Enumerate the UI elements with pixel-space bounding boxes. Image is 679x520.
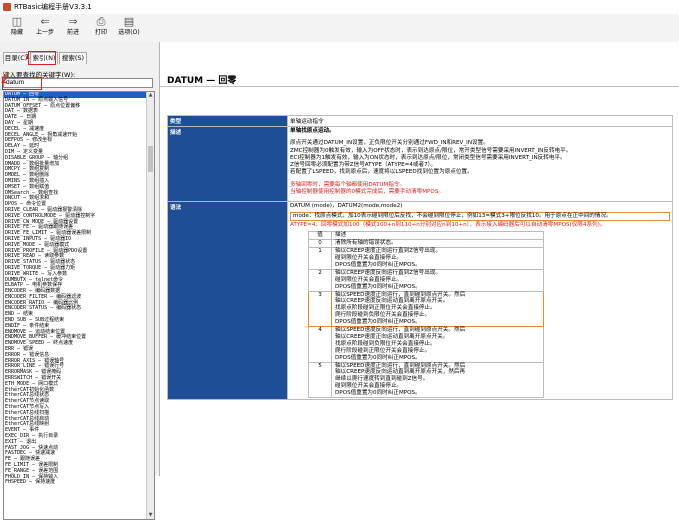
mode-row: 2 轴以CREEP速度反向运行直到Z信号出现。 碰到限位开关会直接停止。 DPOS值重… (308, 268, 544, 292)
mode-row: 0 清除所有轴的错误状态。 (308, 239, 544, 249)
mode-value: 2 (308, 268, 332, 292)
print-label: 打印 (94, 29, 107, 36)
warning-line: 多轴回零时，需要每个轴都使用DATUM指令。 (290, 181, 406, 188)
mode-description-line: 清除所有轴的错误状态。 (335, 240, 397, 247)
mode-description: 轴以SPEED速度反向运行，直到碰到原点开关。然后 轴以CREEP速度正向运动直到… (331, 326, 544, 363)
atype-note: ATYPE=4，回零模式加100（模式100+n到110+n分别对应n到10+n… (290, 221, 606, 228)
mode-description-line: DPOS值重置为0同时纠正MPOS。 (335, 261, 421, 268)
mode-description: mode：找原点模式，加10表示碰到限位后反找，不会碰到限位停止，例如13=模式… (290, 211, 670, 221)
mode-description-line: 轴以SPEED速度反向运行，直到碰到原点开关。然后 (335, 327, 466, 334)
type-row: 类型 单轴运动指令 (167, 115, 673, 127)
warning-line: 当轴控制器使用控制器的0模式完成后，需要手动清零MPOS。 (290, 189, 444, 196)
syntax-key: 语法 (167, 201, 288, 401)
back-icon: ⇐ (40, 15, 50, 28)
index-tab-highlight (28, 51, 56, 65)
index-items: DATUM — 回零 DATUM_IN — 原点输入信号 DATUM_OFFSET … (4, 92, 154, 486)
mode-row: 4 轴以SPEED速度反向运行，直到碰到原点开关。然后 轴以CREEP速度正向运动直… (308, 326, 544, 363)
scroll-down-icon[interactable]: ▼ (147, 512, 154, 519)
forward-icon: ⇒ (68, 15, 78, 28)
description-key: 描述 (167, 125, 288, 203)
mode-description: 轴以SPEED速度正向运行，直到碰到原点开关。然后 轴以CREEP速度反向运动直到… (331, 290, 544, 328)
description-header: 描述 (331, 231, 544, 241)
mode-description-line: 碰到限位开关会直接停止。 (335, 254, 403, 261)
options-icon: ▤ (123, 15, 135, 28)
title-bar: RTBasic编程手册V3.3.1 (0, 0, 679, 14)
mode-row: 5 轴以SPEED速度正向运行，直到碰到原点开关。然后 轴以CREEP速度反向运动直… (308, 361, 544, 399)
description-value: 单轴找原点运动。 原点开关通过DATUM_IN设置，正负限位开关分别通过FWD_… (287, 125, 673, 203)
mode-description-line: 爬行阶段碰到正限位开关会直接停止。 (335, 347, 431, 354)
description-line: 原点开关通过DATUM_IN设置，正负限位开关分别通过FWD_IN和REV_IN… (290, 140, 489, 147)
step-marker-1: 1 (25, 53, 30, 61)
options-label: 选项(O) (118, 29, 140, 36)
tab-search[interactable]: 搜索(S) (59, 52, 87, 64)
print-button[interactable]: ⎙ 打印 (88, 15, 114, 41)
mode-description-line: DPOS值重置为0同时纠正MPOS。 (335, 283, 421, 290)
mode-description: 轴以CREEP速度正向运行直到Z信号出现。 碰到限位开关会直接停止。 DPOS值重置… (331, 247, 544, 270)
mode-description: 轴以CREEP速度反向运行直到Z信号出现。 碰到限位开关会直接停止。 DPOS值重置… (331, 268, 544, 292)
syntax-value: DATUM (mode)，DATUM2(mode,mode2) mode：找原点… (287, 201, 673, 401)
toolbar: ◫ 隐藏 ⇐ 上一步 ⇒ 前进 ⎙ 打印 ▤ 选项(O) (0, 14, 679, 43)
app-icon (3, 3, 11, 11)
options-button[interactable]: ▤ 选项(O) (116, 15, 142, 41)
mode-value: 5 (308, 361, 332, 399)
mode-value: 4 (308, 326, 332, 363)
mode-description-line: 轴以CREEP速度反向运行直到Z信号出现。 (335, 269, 441, 276)
scrollbar[interactable]: ▲ ▼ (146, 92, 154, 519)
back-button[interactable]: ⇐ 上一步 (32, 15, 58, 41)
mode-description-line: DPOS值重置为0同时纠正MPOS。 (335, 319, 421, 326)
mode-value: 1 (308, 247, 332, 270)
syntax-row: 语法 DATUM (mode)，DATUM2(mode,mode2) mode：… (167, 201, 673, 401)
description-line: 若配置了LSPEED，找到原点后，速度将以LSPEED找到位置为原点位置。 (290, 169, 473, 176)
mode-table-header: 值 描述 (308, 231, 544, 241)
mode-row: 3 轴以SPEED速度正向运行，直到碰到原点开关。然后 轴以CREEP速度反向运动直… (308, 290, 544, 328)
keyword-highlight (2, 77, 42, 90)
hide-icon: ◫ (11, 15, 23, 28)
description-title: 单轴找原点运动。 (290, 128, 335, 134)
mode-table: 值 描述 0 清除所有轴的错误状态。 1 轴以CREEP速度正向运行直到Z信号出现。碰… (308, 231, 544, 399)
syntax-line: DATUM (mode)，DATUM2(mode,mode2) (290, 203, 403, 210)
mode-description-line: 碰到限位开关会直接停止。 (335, 276, 403, 283)
mode-description: 轴以SPEED速度正向运行，直到碰到原点开关。然后 轴以CREEP速度反向运动直到… (331, 361, 544, 399)
mode-description-line: 轴以CREEP速度正向运动直到离开原点开关。 (335, 333, 449, 340)
page-title: DATUM — 回零 (167, 76, 237, 86)
back-label: 上一步 (35, 29, 54, 36)
index-list-item[interactable]: FHSPEED — 保持速度 (4, 480, 154, 486)
scroll-up-icon[interactable]: ▲ (147, 92, 154, 99)
forward-button[interactable]: ⇒ 前进 (60, 15, 86, 41)
mode-value: 3 (308, 290, 332, 328)
topic-content: DATUM — 回零 类型 单轴运动指令 描述 单轴找原点运动。 原点开关通过D… (160, 42, 679, 476)
navigation-pane: 目录(C) 索引(N) 搜索(S) 1 键入要查找的关键字(W): DATUM … (0, 42, 160, 520)
mode-description: 清除所有轴的错误状态。 (331, 239, 544, 249)
mode-description-line: DPOS值重置为0同时纠正MPOS。 (335, 354, 421, 361)
type-value: 单轴运动指令 (287, 115, 673, 127)
mode-row: 1 轴以CREEP速度正向运行直到Z信号出现。 碰到限位开关会直接停止。 DPOS值重… (308, 247, 544, 270)
mode-description-line: DPOS值重置为0同时纠正MPOS。 (335, 390, 421, 397)
mode-description-line: 轴以CREEP速度正向运行直到Z信号出现。 (335, 248, 441, 255)
print-icon: ⎙ (96, 15, 106, 28)
title-divider (160, 86, 679, 87)
forward-label: 前进 (66, 29, 79, 36)
index-list[interactable]: DATUM — 回零 DATUM_IN — 原点输入信号 DATUM_OFFSET … (3, 91, 155, 520)
hide-button[interactable]: ◫ 隐藏 (4, 15, 30, 41)
mode-value: 0 (308, 239, 332, 249)
type-key: 类型 (167, 115, 288, 127)
value-header: 值 (308, 231, 332, 241)
description-line: ZMC控制器为0触发有效，输入为OFF状态时，表示到达原点/限位，常开类型信号需… (290, 147, 572, 154)
step-marker-2: 2 (1, 76, 8, 86)
scroll-thumb[interactable] (148, 146, 153, 172)
hide-label: 隐藏 (10, 29, 23, 36)
mode-description-line: 找原点阶段碰到负限位开关会直接停止。 (335, 340, 436, 347)
description-row: 描述 单轴找原点运动。 原点开关通过DATUM_IN设置，正负限位开关分别通过F… (167, 125, 673, 203)
spec-table: 类型 单轴运动指令 描述 单轴找原点运动。 原点开关通过DATUM_IN设置，正… (167, 115, 673, 401)
window-title: RTBasic编程手册V3.3.1 (14, 3, 92, 11)
